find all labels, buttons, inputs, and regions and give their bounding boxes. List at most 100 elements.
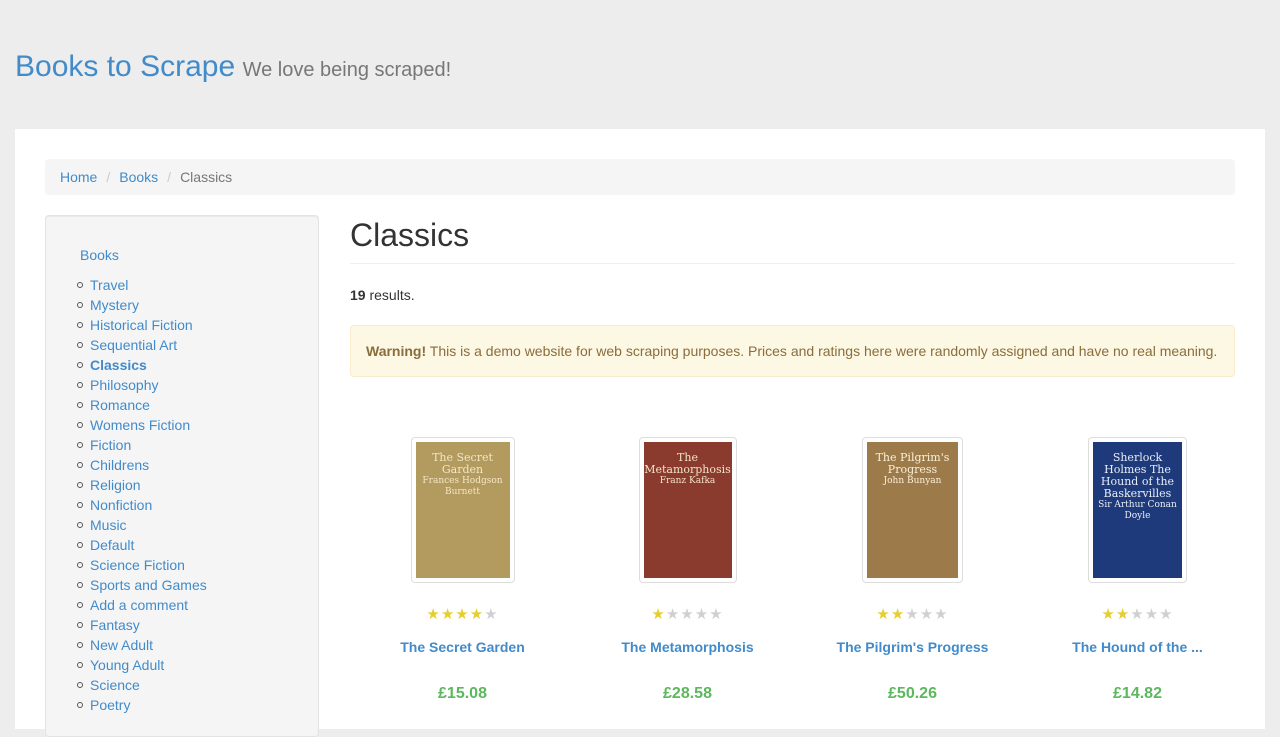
book-cover-image: Sherlock Holmes The Hound of the Baskerv… [1093, 442, 1182, 578]
product-price: £50.26 [888, 685, 937, 702]
star-filled-icon: ★ [651, 606, 666, 623]
star-filled-icon: ★ [890, 606, 906, 623]
sidebar-item: Add a comment [77, 595, 207, 615]
brand-link[interactable]: Books to Scrape [15, 50, 235, 83]
breadcrumb-current: Classics [180, 169, 233, 185]
cover-title-text: Sherlock Holmes The Hound of the Baskerv… [1100, 451, 1175, 500]
category-link-mystery[interactable]: Mystery [90, 297, 139, 313]
sidebar-item: Historical Fiction [77, 315, 207, 335]
category-list: Travel Mystery Historical Fiction Sequentia… [77, 275, 207, 715]
star-rating: ★★★★★ [800, 606, 1025, 623]
category-link-travel[interactable]: Travel [90, 277, 128, 293]
product-card: The Secret Garden Frances Hodgson Burnett… [350, 437, 575, 703]
category-link-music[interactable]: Music [90, 517, 127, 533]
tagline: We love being scraped! [242, 59, 452, 81]
category-link-poetry[interactable]: Poetry [90, 697, 130, 713]
breadcrumb: Home / Books / Classics [45, 159, 1235, 195]
category-link-womens-fiction[interactable]: Womens Fiction [90, 417, 190, 433]
category-link-fantasy[interactable]: Fantasy [90, 617, 140, 633]
sidebar-item: Science [77, 675, 207, 695]
book-cover-image: The Metamorphosis Franz Kafka [643, 442, 732, 578]
star-filled-icon: ★ [455, 606, 470, 623]
product-card: The Pilgrim's Progress John Bunyan ★★★★★ Th… [800, 437, 1025, 703]
book-cover-image: The Pilgrim's Progress John Bunyan [867, 442, 958, 578]
category-link-add-a-comment[interactable]: Add a comment [90, 597, 188, 613]
results-label: results. [365, 287, 415, 303]
star-empty-icon: ★ [484, 606, 499, 623]
category-link-philosophy[interactable]: Philosophy [90, 377, 159, 393]
alert-text: This is a demo website for web scraping … [426, 343, 1218, 359]
star-empty-icon: ★ [709, 606, 724, 623]
breadcrumb-books[interactable]: Books [119, 169, 158, 185]
site-header: Books to Scrape We love being scraped! [15, 50, 451, 84]
warning-alert: Warning! This is a demo website for web … [350, 325, 1235, 377]
results-number: 19 [350, 287, 366, 303]
category-sidebar: Books Travel Mystery Historical Fiction Seq… [45, 215, 319, 737]
category-link-fiction[interactable]: Fiction [90, 437, 131, 453]
book-cover-image: The Secret Garden Frances Hodgson Burnett [415, 442, 510, 578]
sidebar-item: Young Adult [77, 655, 207, 675]
star-empty-icon: ★ [1130, 606, 1145, 623]
star-empty-icon: ★ [665, 606, 681, 623]
star-rating: ★★★★★ [575, 606, 800, 623]
star-filled-icon: ★ [440, 606, 456, 623]
category-link-young-adult[interactable]: Young Adult [90, 657, 164, 673]
category-link-childrens[interactable]: Childrens [90, 457, 149, 473]
product-title-link[interactable]: The Secret Garden [350, 639, 575, 655]
product-title-link[interactable]: The Hound of the ... [1025, 639, 1250, 655]
alert-strong: Warning! [366, 343, 427, 359]
sidebar-root-books[interactable]: Books [80, 247, 119, 263]
category-link-default[interactable]: Default [90, 537, 134, 553]
star-filled-icon: ★ [876, 606, 891, 623]
title-divider [350, 263, 1235, 264]
sidebar-item: Sequential Art [77, 335, 207, 355]
product-thumbnail-link[interactable]: The Pilgrim's Progress John Bunyan [862, 437, 963, 583]
product-price: £15.08 [438, 685, 487, 702]
category-link-religion[interactable]: Religion [90, 477, 141, 493]
product-title-link[interactable]: The Metamorphosis [575, 639, 800, 655]
product-price: £14.82 [1113, 685, 1162, 702]
product-thumbnail-link[interactable]: The Metamorphosis Franz Kafka [638, 437, 737, 583]
cover-title-text: The Pilgrim's Progress [875, 451, 950, 476]
cover-title-text: The Metamorphosis [644, 451, 731, 476]
sidebar-item: Sports and Games [77, 575, 207, 595]
star-empty-icon: ★ [680, 606, 695, 623]
sidebar-item: Classics [77, 355, 207, 375]
category-link-science[interactable]: Science [90, 677, 140, 693]
star-rating: ★★★★★ [1025, 606, 1250, 623]
sidebar-item: Travel [77, 275, 207, 295]
category-link-sports-and-games[interactable]: Sports and Games [90, 577, 207, 593]
category-link-historical-fiction[interactable]: Historical Fiction [90, 317, 193, 333]
star-empty-icon: ★ [1144, 606, 1160, 623]
product-thumbnail-link[interactable]: Sherlock Holmes The Hound of the Baskerv… [1088, 437, 1187, 583]
breadcrumb-separator: / [106, 169, 111, 185]
sidebar-item: Science Fiction [77, 555, 207, 575]
category-link-science-fiction[interactable]: Science Fiction [90, 557, 185, 573]
sidebar-item: Fantasy [77, 615, 207, 635]
star-filled-icon: ★ [426, 606, 441, 623]
sidebar-item: Fiction [77, 435, 207, 455]
sidebar-item: Music [77, 515, 207, 535]
cover-author-text: Frances Hodgson Burnett [422, 476, 503, 497]
sidebar-item: Mystery [77, 295, 207, 315]
page-container: Home / Books / Classics Books Travel Myst… [15, 129, 1265, 737]
breadcrumb-home[interactable]: Home [60, 169, 97, 185]
star-filled-icon: ★ [1115, 606, 1131, 623]
category-link-new-adult[interactable]: New Adult [90, 637, 153, 653]
product-thumbnail-link[interactable]: The Secret Garden Frances Hodgson Burnett [410, 437, 515, 583]
cover-author-text: Franz Kafka [659, 476, 716, 486]
star-empty-icon: ★ [694, 606, 710, 623]
category-link-sequential-art[interactable]: Sequential Art [90, 337, 177, 353]
category-link-classics[interactable]: Classics [90, 357, 147, 373]
category-link-nonfiction[interactable]: Nonfiction [90, 497, 152, 513]
breadcrumb-separator: / [167, 169, 172, 185]
star-empty-icon: ★ [1159, 606, 1174, 623]
product-title-link[interactable]: The Pilgrim's Progress [800, 639, 1025, 655]
cover-title-text: The Secret Garden [432, 451, 493, 476]
product-price: £28.58 [663, 685, 712, 702]
star-filled-icon: ★ [469, 606, 485, 623]
star-empty-icon: ★ [905, 606, 920, 623]
cover-author-text: Sir Arthur Conan Doyle [1098, 500, 1177, 521]
category-link-romance[interactable]: Romance [90, 397, 150, 413]
star-filled-icon: ★ [1101, 606, 1116, 623]
